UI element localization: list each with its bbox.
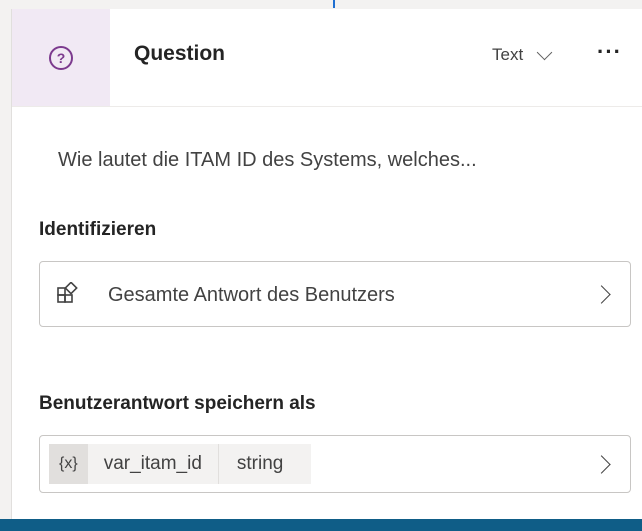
response-type-dropdown[interactable]: Text: [492, 44, 553, 65]
connector-line: [333, 0, 335, 8]
variable-type: string: [236, 453, 284, 474]
more-options-button[interactable]: ···: [597, 39, 622, 65]
identify-value: Gesamte Antwort des Benutzers: [108, 284, 395, 306]
next-node-bar: [0, 519, 642, 531]
variable-name: var_itam_id: [88, 444, 219, 484]
variable-icon: {x}: [49, 444, 88, 484]
chevron-right-icon: [592, 285, 611, 304]
question-node-card[interactable]: ? Question Text ··· Wie lautet die ITAM …: [11, 9, 642, 519]
identify-selector[interactable]: Gesamte Antwort des Benutzers: [39, 261, 631, 327]
node-title: Question: [134, 42, 226, 65]
question-circle-icon: ?: [49, 45, 73, 70]
chevron-down-icon: [536, 44, 553, 60]
response-type-value: Text: [492, 45, 524, 64]
variable-chip: {x} var_itam_id string: [49, 444, 312, 484]
save-as-label: Benutzerantwort speichern als: [39, 393, 316, 414]
chevron-right-icon: [592, 455, 611, 474]
node-header: ? Question Text ···: [12, 9, 642, 107]
entity-icon: [57, 282, 78, 303]
identify-label: Identifizieren: [39, 219, 157, 240]
header-icon-box: ?: [12, 9, 110, 106]
save-variable-selector[interactable]: {x} var_itam_id string: [39, 435, 631, 493]
question-prompt-text[interactable]: Wie lautet die ITAM ID des Systems, welc…: [58, 149, 477, 172]
